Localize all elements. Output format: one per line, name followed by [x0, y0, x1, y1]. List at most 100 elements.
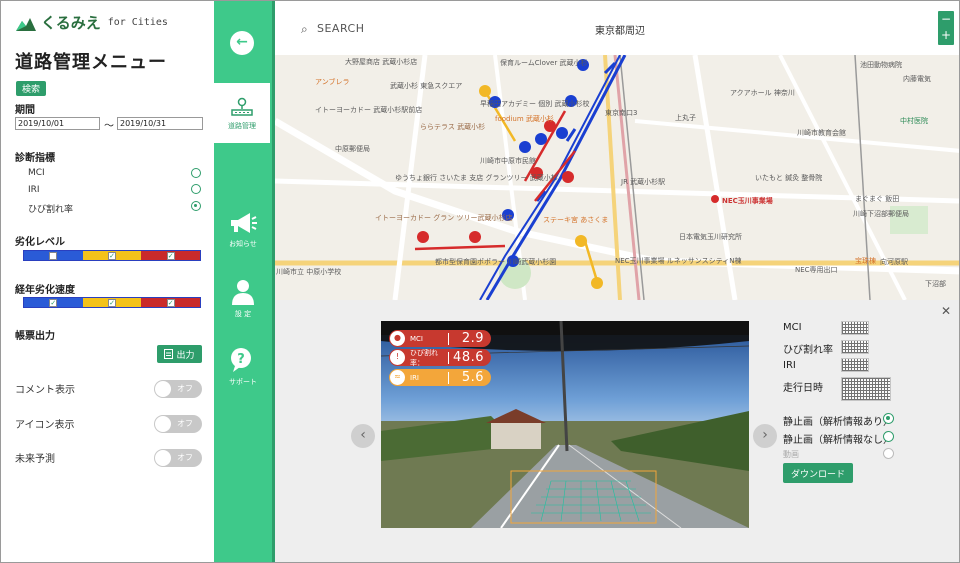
map-place: 下沼部 [925, 280, 946, 288]
nav-item-road[interactable]: 道路管理 [214, 83, 270, 143]
nav-item-settings[interactable]: 設 定 [214, 271, 272, 331]
aging-label: 経年劣化速度 [15, 285, 75, 296]
map-place: ステーキ宮 あさくま [543, 216, 609, 224]
document-icon [164, 349, 174, 359]
search-icon: ⌕ [301, 22, 308, 36]
period-label: 期間 [15, 105, 35, 116]
nav-label-road: 道路管理 [228, 122, 256, 130]
download-button[interactable]: ダウンロード [783, 463, 853, 483]
metric-value-crack: 48.6 [453, 350, 484, 365]
map-place: 中村医院 [900, 117, 928, 125]
info-label-datetime: 走行日時 [783, 383, 823, 394]
report-label: 帳票出力 [15, 331, 55, 342]
aging-check-yellow[interactable]: ✓ [108, 299, 116, 307]
road-icon [231, 97, 253, 116]
indicator-radio-iri[interactable] [191, 184, 201, 194]
svg-text:?: ? [237, 352, 245, 367]
nav-label-settings: 設 定 [234, 310, 252, 318]
megaphone-icon [231, 213, 257, 233]
map-place: 中原郵便局 [335, 145, 370, 153]
indicator-label-mci: MCI [28, 168, 45, 178]
metric-label-iri: IRI [410, 373, 419, 382]
chevron-left-icon[interactable]: ‹ [351, 424, 375, 448]
indicator-radio-crack[interactable] [191, 201, 201, 211]
option-radio-still-analysis[interactable] [883, 413, 894, 424]
nav-item-news[interactable]: お知らせ [214, 201, 272, 261]
zoom-in-button[interactable]: + [938, 27, 954, 43]
map-place: イトーヨーカドー グラン ツリー武蔵小杉店 [375, 214, 513, 222]
indicator-label-crack: ひび割れ率 [28, 205, 74, 215]
output-button[interactable]: 出力 [157, 345, 202, 363]
degradation-check-yellow[interactable]: ✓ [108, 252, 116, 260]
map-place: NEC玉川事業場 ルネッサンスシティN棟 [615, 257, 742, 265]
date-to-input[interactable]: 2019/10/31 [117, 117, 203, 130]
metric-mci: ● MCI 2.9 [389, 330, 491, 347]
option-radio-still-plain[interactable] [883, 431, 894, 442]
page-title: 道路管理メニュー [15, 52, 167, 73]
degradation-check-blue[interactable] [49, 252, 58, 260]
option-label-still-analysis: 静止画（解析情報あり） [783, 417, 893, 428]
diagnosis-label: 診断指標 [15, 153, 55, 164]
map-place: 大野屋商店 武蔵小杉店 [345, 58, 418, 66]
map-place: 都市型保育園ポポラー 川崎武蔵小杉園 [435, 258, 557, 266]
vibration-icon: ≈ [390, 370, 405, 385]
alert-icon: ! [390, 350, 405, 365]
icon-toggle[interactable]: オフ [154, 415, 202, 433]
map-place: アンブレラ [315, 78, 350, 86]
nav-label-news: お知らせ [229, 240, 257, 248]
map-place: foodium 武蔵小杉 [495, 115, 554, 123]
info-label-crack: ひび割れ率 [783, 345, 833, 356]
map-search-input[interactable]: SEARCH [317, 22, 365, 35]
toggle-label-comment: コメント表示 [15, 385, 75, 396]
indicator-radio-mci[interactable] [191, 168, 201, 178]
app-window: くるみえ for Cities 道路管理メニュー 検索 期間 2019/10/0… [0, 0, 960, 563]
degradation-label: 劣化レベル [15, 237, 65, 248]
option-label-still-plain: 静止画（解析情報なし） [783, 435, 893, 446]
chevron-right-icon[interactable]: › [753, 424, 777, 448]
map-place: NEC専用出口 [795, 266, 838, 274]
aging-check-red[interactable]: ✓ [166, 299, 175, 307]
map-place: 向河原駅 [880, 258, 908, 266]
question-icon: ? [231, 348, 251, 372]
map-place: 川崎市立 中原小学校 [276, 268, 342, 276]
close-icon[interactable]: ✕ [941, 304, 951, 318]
arrow-left-icon[interactable]: ← [230, 31, 254, 55]
map-place: 早稲田アカデミー 個別 武蔵小杉校 [480, 100, 590, 108]
indicator-label-iri: IRI [28, 185, 40, 195]
toggle-label-forecast: 未来予測 [15, 454, 55, 465]
search-button[interactable]: 検索 [16, 81, 46, 96]
info-label-iri: IRI [783, 360, 796, 371]
detail-panel: ✕ ‹ › ● MCI 2.9 ! ひび割れ率： 48.6 ≈ IRI 5.6 … [275, 300, 959, 562]
zoom-out-button[interactable]: − [938, 11, 954, 27]
metric-crack: ! ひび割れ率： 48.6 [389, 348, 491, 367]
date-from-input[interactable]: 2019/10/01 [15, 117, 100, 130]
comment-toggle[interactable]: オフ [154, 380, 202, 398]
map-place: 川崎市中原市民館 [480, 157, 536, 165]
icon-toggle-state: オフ [177, 419, 193, 428]
degradation-check-red[interactable]: ✓ [166, 252, 175, 260]
toggle-label-icon: アイコン表示 [15, 420, 75, 431]
option-radio-video [883, 448, 894, 459]
map-place: 上丸子 [675, 114, 696, 122]
logo-subtitle: for Cities [107, 17, 168, 28]
user-icon [232, 280, 254, 305]
qr-code [841, 340, 869, 354]
map-place: ららテラス 武蔵小杉 [420, 123, 486, 131]
option-label-video: 動画 [783, 450, 799, 459]
map-place: アクアホール 神奈川 [730, 89, 795, 97]
map-place: 川崎市教育会館 [797, 129, 846, 137]
metric-value-mci: 2.9 [461, 331, 484, 346]
metric-label-mci: MCI [410, 334, 423, 343]
map-place: 宝珠棟 [855, 257, 876, 265]
info-label-mci: MCI [783, 322, 802, 333]
aging-check-blue[interactable]: ✓ [49, 299, 58, 307]
forecast-toggle[interactable]: オフ [154, 449, 202, 467]
map-place: 池田動物病院 [860, 61, 902, 69]
metric-label-crack: ひび割れ率： [410, 348, 438, 367]
filter-panel: くるみえ for Cities 道路管理メニュー 検索 期間 2019/10/0… [1, 1, 214, 562]
aging-speed-bar: ✓ ✓ ✓ [23, 297, 201, 308]
map-search-bar: ⌕ SEARCH 東京都周辺 [275, 1, 959, 55]
nav-item-support[interactable]: ? サポート [214, 339, 272, 399]
metric-iri: ≈ IRI 5.6 [389, 369, 491, 386]
road-image-viewer[interactable]: ● MCI 2.9 ! ひび割れ率： 48.6 ≈ IRI 5.6 [381, 321, 749, 528]
